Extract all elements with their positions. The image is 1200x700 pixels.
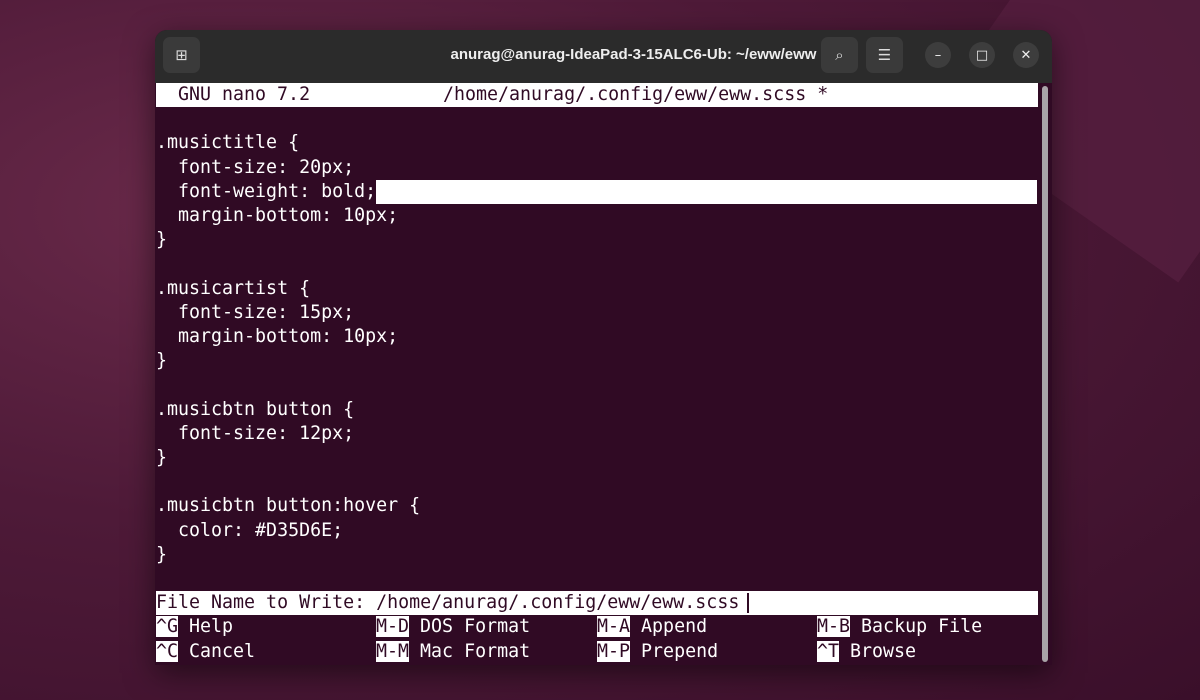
prompt-label: File Name to Write:: [156, 592, 377, 614]
terminal-window: ⊞ anurag@anurag-IdeaPad-3-15ALC6-Ub: ~/e…: [155, 30, 1052, 665]
minimize-button[interactable]: –: [925, 42, 951, 68]
titlebar: ⊞ anurag@anurag-IdeaPad-3-15ALC6-Ub: ~/e…: [155, 30, 1052, 83]
file-path: /home/anurag/.config/eww/eww.scss *: [443, 84, 829, 105]
minimize-icon: –: [934, 47, 942, 63]
code-line: color: #D35D6E;: [156, 519, 344, 541]
terminal-content[interactable]: GNU nano 7.2/home/anurag/.config/eww/eww…: [156, 83, 1038, 665]
menu-button[interactable]: ☰: [866, 37, 903, 73]
maximize-button[interactable]: □: [969, 42, 995, 68]
code-line: .musicartist {: [156, 277, 311, 299]
code-line: font-weight: bold;: [156, 180, 377, 202]
code-line: }: [156, 447, 168, 468]
maximize-icon: □: [975, 47, 989, 63]
shortcut-label: Cancel: [189, 640, 256, 662]
search-icon: ⌕: [835, 46, 844, 64]
code-line: .musictitle {: [156, 132, 300, 154]
shortcut-item: M-M Mac Format: [376, 640, 596, 664]
prompt-input[interactable]: /home/anurag/.config/eww/eww.scss: [376, 592, 739, 613]
close-button[interactable]: ✕: [1013, 42, 1039, 68]
code-line: }: [156, 350, 168, 372]
shortcut-item: ^C Cancel: [156, 640, 376, 664]
shortcut-key: M-B: [817, 616, 851, 638]
shortcut-label: Browse: [850, 640, 917, 662]
shortcut-item: M-D DOS Format: [376, 615, 596, 639]
close-icon: ✕: [1020, 47, 1032, 63]
shortcut-item: M-A Append: [597, 615, 817, 639]
code-line: .musicbtn button:hover {: [156, 495, 421, 517]
shortcut-item: M-P Prepend: [597, 640, 817, 664]
shortcut-key: ^T: [817, 640, 840, 662]
shortcut-label: Prepend: [641, 640, 719, 662]
search-button[interactable]: ⌕: [821, 37, 858, 73]
code-line: }: [156, 543, 168, 565]
shortcut-label: Backup File: [861, 616, 983, 638]
window-title: anurag@anurag-IdeaPad-3-15ALC6-Ub: ~/eww…: [450, 46, 817, 63]
shortcut-item: M-B Backup File: [817, 615, 1037, 639]
code-line: margin-bottom: 10px;: [156, 205, 399, 226]
shortcut-key: M-D: [376, 616, 410, 638]
code-line: font-size: 20px;: [156, 156, 355, 178]
shortcut-label: DOS Format: [420, 616, 531, 638]
shortcut-key: M-A: [597, 616, 631, 638]
code-line: }: [156, 229, 168, 251]
shortcut-key: M-M: [376, 640, 410, 662]
code-line: font-size: 15px;: [156, 301, 355, 323]
shortcut-key: ^C: [156, 640, 179, 662]
nano-header: GNU nano 7.2/home/anurag/.config/eww/eww…: [156, 83, 1038, 108]
nano-version: GNU nano 7.2: [178, 84, 311, 105]
scrollbar[interactable]: [1042, 86, 1048, 662]
code-line: .musicbtn button {: [156, 398, 355, 420]
shortcut-label: Help: [189, 616, 234, 638]
shortcut-label: Append: [641, 616, 708, 638]
shortcut-item: ^G Help: [156, 615, 376, 639]
code-line: font-size: 12px;: [156, 422, 355, 444]
shortcut-label: Mac Format: [420, 640, 531, 662]
filename-prompt[interactable]: File Name to Write: /home/anurag/.config…: [156, 591, 1038, 616]
hamburger-icon: ☰: [877, 46, 892, 64]
shortcut-key: ^G: [156, 616, 179, 638]
shortcut-item: ^T Browse: [817, 640, 1037, 664]
shortcut-key: M-P: [597, 640, 631, 662]
code-line: margin-bottom: 10px;: [156, 326, 399, 347]
text-cursor: [747, 593, 750, 614]
